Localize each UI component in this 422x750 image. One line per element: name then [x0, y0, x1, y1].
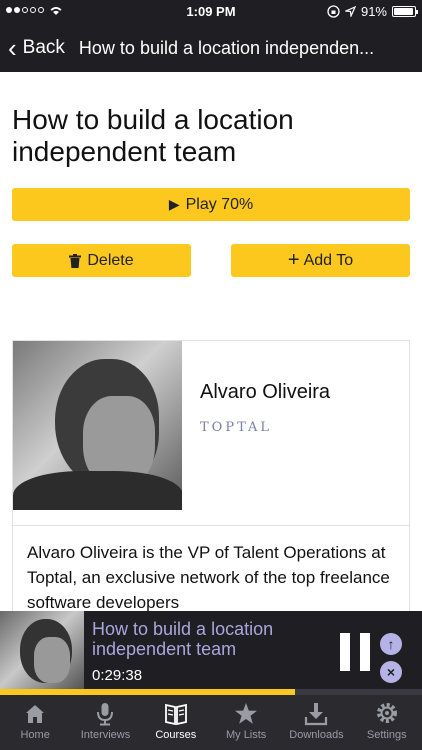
location-icon [344, 6, 356, 17]
add-to-button[interactable]: + Add To [231, 244, 410, 277]
player-title: How to build a location independent team [92, 619, 274, 659]
tab-label: Downloads [289, 729, 344, 741]
microphone-icon [97, 703, 114, 726]
star-icon [235, 703, 258, 724]
plus-icon: + [287, 249, 300, 271]
tab-label: Settings [366, 729, 407, 741]
add-to-label: Add To [303, 251, 354, 269]
close-icon: × [386, 664, 396, 680]
navigation-bar: ‹ Back How to build a location independe… [0, 24, 422, 72]
book-icon [164, 703, 187, 726]
author-avatar [13, 341, 182, 510]
play-button[interactable]: ▶ Play 70% [12, 188, 410, 221]
chevron-left-icon: ‹ [8, 33, 17, 63]
tab-courses[interactable]: Courses [141, 695, 211, 750]
author-bio: Alvaro Oliveira is the VP of Talent Oper… [27, 543, 390, 612]
pause-button[interactable] [338, 633, 372, 671]
tab-settings[interactable]: Settings [352, 695, 422, 750]
arrow-up-icon: ↑ [387, 636, 395, 652]
author-name: Alvaro Oliveira [200, 381, 331, 403]
expand-player-button[interactable]: ↑ [380, 633, 402, 655]
tab-label: Courses [155, 729, 197, 741]
rotation-lock-icon [327, 5, 340, 18]
delete-label: Delete [87, 251, 134, 269]
gear-icon [376, 703, 397, 723]
delete-button[interactable]: Delete [12, 244, 191, 277]
battery-icon [392, 6, 418, 17]
player-thumbnail [0, 611, 84, 695]
tab-home[interactable]: Home [0, 695, 70, 750]
home-icon [26, 705, 45, 723]
close-player-button[interactable]: × [380, 661, 402, 683]
tab-label: My Lists [225, 729, 267, 741]
status-bar: 1:09 PM 91% [0, 0, 422, 24]
download-icon [305, 703, 328, 726]
tab-interviews[interactable]: Interviews [70, 695, 140, 750]
battery-percent: 91% [360, 4, 387, 19]
play-icon: ▶ [168, 196, 180, 212]
author-company: TOPTAL [200, 420, 273, 435]
tab-label: Interviews [80, 729, 131, 741]
nav-title: How to build a location independen... [78, 37, 375, 58]
player-time: 0:29:38 [92, 667, 143, 684]
tab-my-lists[interactable]: My Lists [211, 695, 281, 750]
mini-player[interactable]: How to build a location independent team… [0, 611, 422, 695]
tab-label: Home [20, 729, 50, 741]
back-label: Back [22, 37, 65, 58]
page-title: How to build a location independent team [12, 104, 294, 167]
tab-downloads[interactable]: Downloads [281, 695, 351, 750]
author-card: Alvaro Oliveira TOPTAL Alvaro Oliveira i… [12, 340, 410, 640]
tab-bar: Home Interviews Courses My Lists Downloa… [0, 695, 422, 750]
trash-icon [69, 253, 82, 268]
play-label: Play 70% [185, 195, 254, 213]
back-button[interactable]: ‹ Back [0, 35, 65, 61]
